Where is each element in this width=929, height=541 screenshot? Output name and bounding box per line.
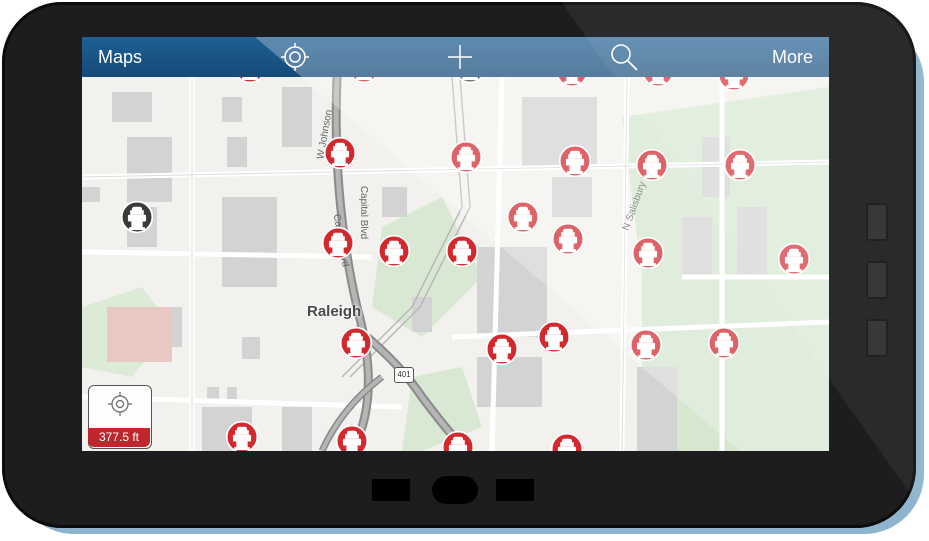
hydrant-marker[interactable] xyxy=(723,148,757,182)
side-button-3 xyxy=(866,319,888,357)
hardware-menu-button xyxy=(496,479,534,501)
locate-icon[interactable] xyxy=(279,41,311,73)
hydrant-marker[interactable] xyxy=(449,140,483,174)
plus-icon[interactable] xyxy=(444,41,476,73)
hydrant-marker[interactable] xyxy=(629,328,663,362)
hydrant-marker[interactable] xyxy=(635,148,669,182)
app-screen: W Johnson Capital Blvd Capital Blvd N Sa… xyxy=(82,37,829,451)
hydrant-marker[interactable] xyxy=(321,226,355,260)
hydrant-marker[interactable] xyxy=(120,200,154,234)
side-button-1 xyxy=(866,203,888,241)
hydrant-marker[interactable] xyxy=(377,234,411,268)
hydrant-marker[interactable] xyxy=(551,222,585,256)
hydrant-marker[interactable] xyxy=(550,432,584,451)
side-button-2 xyxy=(866,261,888,299)
hydrant-marker[interactable] xyxy=(485,332,519,366)
hydrant-marker[interactable] xyxy=(335,424,369,451)
hydrant-marker[interactable] xyxy=(441,430,475,451)
hydrant-marker[interactable] xyxy=(777,242,811,276)
hydrant-marker[interactable] xyxy=(558,144,592,178)
scale-bar-label: 377.5 ft xyxy=(88,428,150,447)
hydrant-marker[interactable] xyxy=(225,420,259,451)
hydrant-marker[interactable] xyxy=(537,320,571,354)
hydrant-marker[interactable] xyxy=(707,326,741,360)
hydrant-marker[interactable] xyxy=(339,326,373,360)
hydrant-marker[interactable] xyxy=(323,136,357,170)
maps-button[interactable]: Maps xyxy=(98,37,142,77)
hydrant-layer xyxy=(82,37,829,451)
top-navigation-bar: Maps More xyxy=(82,37,829,77)
crosshair-icon xyxy=(108,392,132,416)
hardware-back-button xyxy=(372,479,410,501)
hydrant-marker[interactable] xyxy=(506,200,540,234)
search-icon[interactable] xyxy=(608,41,640,73)
more-button[interactable]: More xyxy=(772,37,813,77)
hydrant-marker[interactable] xyxy=(445,234,479,268)
hardware-home-button xyxy=(432,476,478,504)
hydrant-marker[interactable] xyxy=(631,236,665,270)
